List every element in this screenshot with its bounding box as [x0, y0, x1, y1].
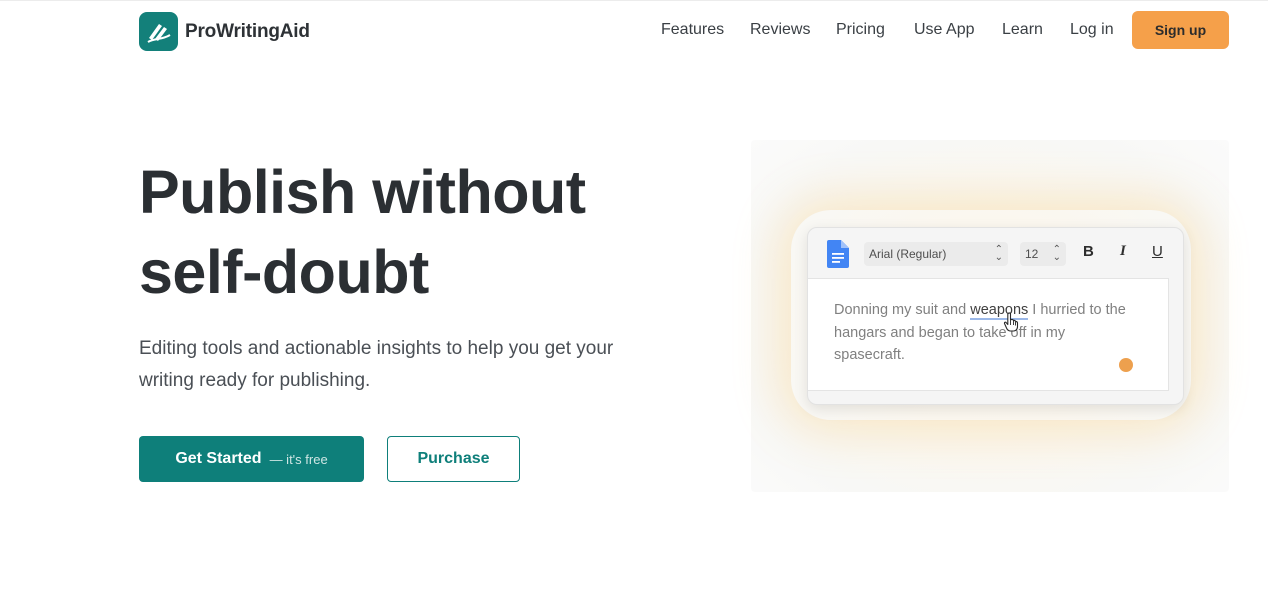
hero-title: Publish without self-doubt: [139, 152, 659, 312]
get-started-label: Get Started: [175, 450, 262, 467]
nav-item-use-app[interactable]: Use App: [914, 21, 974, 39]
nav-item-reviews[interactable]: Reviews: [750, 21, 810, 39]
hero-subtitle: Editing tools and actionable insights to…: [139, 338, 614, 391]
document-page[interactable]: Donning my suit and weapons I hurried to…: [808, 278, 1169, 391]
editor-toolbar: Arial (Regular) ⌃ ⌄ 12 ⌃ ⌄ B I U: [808, 228, 1185, 278]
editor-window: Arial (Regular) ⌃ ⌄ 12 ⌃ ⌄ B I U Donning m…: [807, 227, 1184, 405]
nav-item-log-in[interactable]: Log in: [1070, 21, 1114, 39]
highlighted-word[interactable]: weapons: [970, 302, 1029, 320]
hand-pointer-icon: [1003, 312, 1019, 337]
font-size-select[interactable]: 12 ⌃ ⌄: [1020, 242, 1066, 266]
document-text: Donning my suit and weapons I hurried to…: [834, 299, 1134, 367]
font-family-value: Arial (Regular): [869, 247, 947, 261]
hero-title-line-2: self-doubt: [139, 238, 429, 306]
nav-item-features[interactable]: Features: [661, 21, 724, 39]
text-before: Donning my suit and: [834, 302, 971, 318]
main-nav: Features Reviews Pricing Use App Learn L…: [0, 21, 1268, 45]
italic-button[interactable]: I: [1120, 243, 1126, 260]
get-started-button[interactable]: Get Started — it's free: [139, 436, 364, 482]
font-size-value: 12: [1025, 247, 1039, 261]
select-arrows-icon: ⌃ ⌄: [994, 244, 1003, 263]
purchase-button[interactable]: Purchase: [387, 436, 520, 482]
nav-item-pricing[interactable]: Pricing: [836, 21, 885, 39]
top-navigation-bar: ProWritingAid Features Reviews Pricing U…: [0, 0, 1268, 64]
sign-up-button[interactable]: Sign up: [1132, 11, 1229, 49]
google-docs-icon: [827, 240, 849, 273]
bold-button[interactable]: B: [1083, 243, 1094, 260]
get-started-note: — it's free: [269, 451, 328, 467]
nav-item-learn[interactable]: Learn: [1002, 21, 1043, 39]
select-arrows-icon: ⌃ ⌄: [1052, 244, 1061, 263]
hero-title-line-1: Publish without: [139, 158, 586, 226]
editor-illustration: Arial (Regular) ⌃ ⌄ 12 ⌃ ⌄ B I U Donning m…: [751, 140, 1229, 492]
underline-button[interactable]: U: [1152, 243, 1163, 260]
font-family-select[interactable]: Arial (Regular) ⌃ ⌄: [864, 242, 1008, 266]
suggestion-dot[interactable]: [1119, 358, 1133, 372]
